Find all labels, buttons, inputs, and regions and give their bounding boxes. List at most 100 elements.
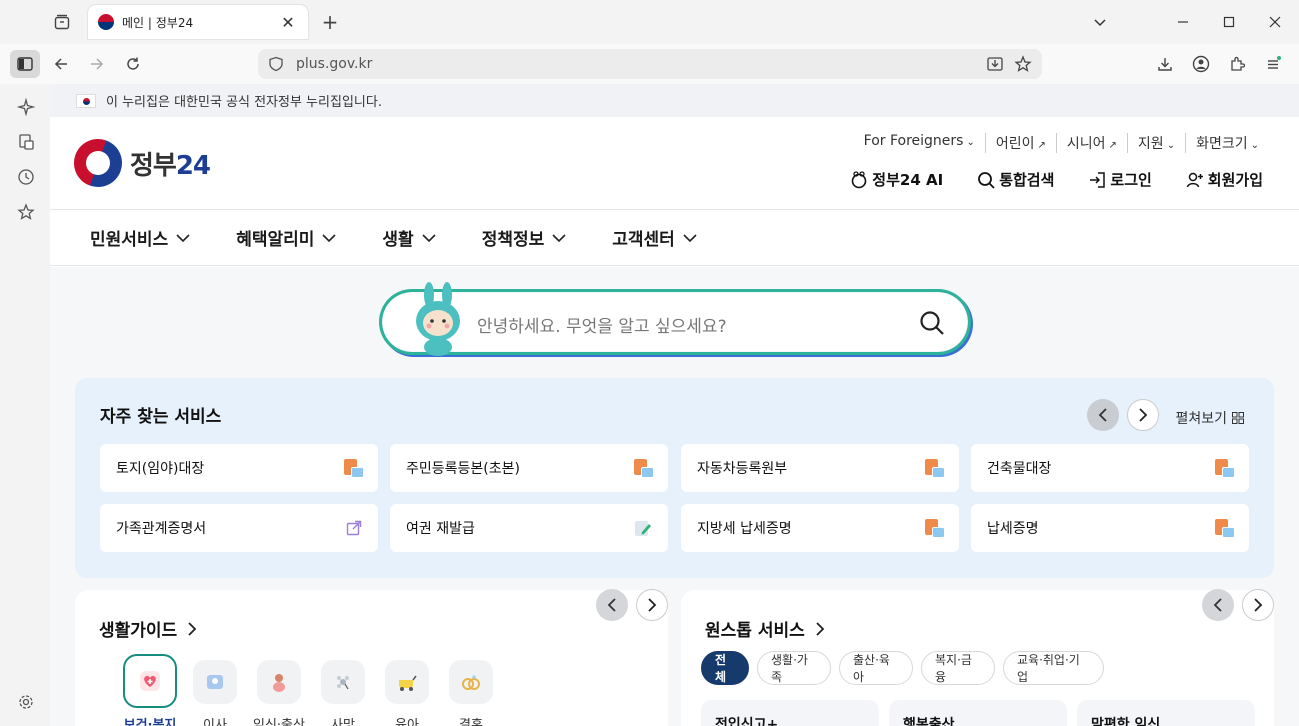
- childcare-icon[interactable]: [385, 660, 429, 704]
- next-arrow-icon[interactable]: [636, 589, 668, 621]
- onestop-card[interactable]: 전입신고+: [701, 700, 879, 726]
- life-guide-label[interactable]: 결혼: [441, 714, 501, 726]
- nav-customer-center[interactable]: 고객센터: [612, 225, 697, 250]
- login-button[interactable]: 로그인: [1088, 169, 1152, 190]
- service-label: 여권 재발급: [406, 521, 475, 537]
- sidebar-toggle-icon[interactable]: [10, 50, 40, 78]
- life-guide-title[interactable]: 생활가이드: [99, 616, 197, 641]
- install-page-icon[interactable]: [986, 55, 1004, 73]
- search-icon[interactable]: [919, 310, 945, 336]
- chip-life-family[interactable]: 생활·가족: [757, 651, 831, 685]
- gov24-ai-button[interactable]: 정부24 AI: [850, 169, 943, 190]
- onestop-card[interactable]: 맘편한 임신: [1077, 700, 1255, 726]
- util-senior[interactable]: 시니어 ↗: [1055, 133, 1127, 153]
- life-guide-label[interactable]: 이사: [185, 714, 245, 726]
- expand-button[interactable]: 펼쳐보기: [1175, 408, 1244, 428]
- nav-benefits[interactable]: 혜택알리미: [236, 225, 336, 250]
- service-label: 가족관계증명서: [116, 521, 207, 537]
- settings-gear-icon[interactable]: [15, 691, 37, 713]
- next-arrow-icon[interactable]: [1127, 399, 1159, 431]
- forward-icon[interactable]: [82, 50, 112, 78]
- signup-button[interactable]: 회원가입: [1186, 169, 1263, 190]
- history-icon[interactable]: [15, 166, 37, 188]
- synced-tabs-icon[interactable]: [15, 131, 37, 153]
- integrated-search-button[interactable]: 통합검색: [977, 169, 1054, 190]
- service-card-local-tax-certificate[interactable]: 지방세 납세증명: [681, 504, 959, 552]
- chip-all[interactable]: 전체: [701, 651, 749, 685]
- tab-actions-icon[interactable]: [50, 10, 74, 34]
- url-text[interactable]: plus.gov.kr: [296, 56, 976, 72]
- life-guide-label[interactable]: 육아: [377, 714, 437, 726]
- downloads-icon[interactable]: [1150, 50, 1180, 78]
- nav-life[interactable]: 생활: [382, 225, 436, 250]
- life-guide-label[interactable]: 사망: [313, 714, 373, 726]
- browser-tab[interactable]: 메인 | 정부24 ✕: [88, 5, 308, 39]
- service-card-land-register[interactable]: 토지(임야)대장: [100, 444, 378, 492]
- service-card-vehicle-register[interactable]: 자동차등록원부: [681, 444, 959, 492]
- util-label: 지원: [1137, 136, 1164, 152]
- browser-titlebar: 메인 | 정부24 ✕ +: [0, 0, 1299, 44]
- close-window-icon[interactable]: [1260, 8, 1290, 36]
- shield-icon[interactable]: [268, 56, 284, 72]
- wedding-rings-icon[interactable]: [449, 660, 493, 704]
- health-welfare-icon[interactable]: [123, 654, 177, 708]
- bookmarks-icon[interactable]: [15, 201, 37, 223]
- extensions-icon[interactable]: [1222, 50, 1252, 78]
- back-icon[interactable]: [46, 50, 76, 78]
- nav-civil-services[interactable]: 민원서비스: [90, 225, 190, 250]
- life-guide-label[interactable]: 보건·복지: [120, 714, 180, 726]
- chip-birth-childcare[interactable]: 출산·육아: [839, 651, 913, 685]
- onestop-card-title: 행복출산: [903, 717, 955, 726]
- address-bar[interactable]: plus.gov.kr: [258, 49, 1042, 79]
- menu-icon[interactable]: [1258, 50, 1288, 78]
- life-guide-label[interactable]: 임신·출산: [249, 714, 309, 726]
- expand-label: 펼쳐보기: [1175, 411, 1227, 427]
- action-label: 통합검색: [999, 171, 1055, 189]
- service-card-family-certificate[interactable]: 가족관계증명서: [100, 504, 378, 552]
- prev-arrow-icon[interactable]: [1087, 399, 1119, 431]
- onestop-card-title: 전입신고+: [715, 717, 779, 726]
- service-card-resident-register[interactable]: 주민등록등본(초본): [390, 444, 668, 492]
- chevron-right-icon: [815, 621, 825, 636]
- service-card-passport-reissue[interactable]: 여권 재발급: [390, 504, 668, 552]
- service-card-building-register[interactable]: 건축물대장: [971, 444, 1249, 492]
- util-support[interactable]: 지원 ⌄: [1126, 133, 1185, 153]
- maximize-icon[interactable]: [1214, 8, 1244, 36]
- service-card-tax-certificate[interactable]: 납세증명: [971, 504, 1249, 552]
- external-link-icon: ↗: [1108, 140, 1117, 151]
- nav-policy[interactable]: 정책정보: [482, 225, 567, 250]
- main-search-box[interactable]: 안녕하세요. 무엇을 알고 싶으세요?: [381, 282, 969, 356]
- bookmark-star-icon[interactable]: [1014, 55, 1032, 73]
- util-children[interactable]: 어린이 ↗: [984, 133, 1056, 153]
- account-icon[interactable]: [1186, 50, 1216, 78]
- death-icon[interactable]: [321, 660, 365, 704]
- onestop-card[interactable]: 행복출산: [889, 700, 1067, 726]
- close-tab-icon[interactable]: ✕: [278, 13, 298, 32]
- prev-arrow-icon[interactable]: [596, 589, 628, 621]
- util-label: 어린이: [995, 136, 1035, 152]
- search-placeholder[interactable]: 안녕하세요. 무엇을 알고 싶으세요?: [477, 312, 727, 337]
- chevron-down-icon: [176, 233, 190, 243]
- chip-welfare-finance[interactable]: 복지·금융: [921, 651, 995, 685]
- chip-education-job-business[interactable]: 교육·취업·기업: [1003, 651, 1104, 685]
- pregnancy-icon[interactable]: [257, 660, 301, 704]
- main-navigation: 민원서비스 혜택알리미 생활 정책정보 고객센터: [50, 210, 1299, 266]
- onestop-title[interactable]: 원스톱 서비스: [705, 616, 825, 641]
- new-tab-icon[interactable]: +: [318, 10, 342, 34]
- moving-house-icon[interactable]: [193, 660, 237, 704]
- util-screen-size[interactable]: 화면크기 ⌄: [1185, 133, 1269, 153]
- gov-notice-bar: 이 누리집은 대한민국 공식 전자정부 누리집입니다.: [50, 84, 1299, 117]
- minimize-icon[interactable]: [1168, 8, 1198, 36]
- ai-sparkle-icon[interactable]: [15, 96, 37, 118]
- service-label: 납세증명: [987, 521, 1039, 537]
- nav-label: 정책정보: [481, 230, 545, 250]
- reload-icon[interactable]: [118, 50, 148, 78]
- korea-flag-icon: [76, 93, 96, 108]
- tab-list-chevron-icon[interactable]: [1085, 8, 1115, 36]
- util-for-foreigners[interactable]: For Foreigners ⌄: [854, 133, 985, 153]
- chevron-down-icon: [552, 233, 566, 243]
- gov24-logo[interactable]: 정부24: [67, 132, 211, 194]
- browser-toolbar: plus.gov.kr: [0, 44, 1299, 84]
- prev-arrow-icon[interactable]: [1202, 589, 1234, 621]
- next-arrow-icon[interactable]: [1242, 589, 1274, 621]
